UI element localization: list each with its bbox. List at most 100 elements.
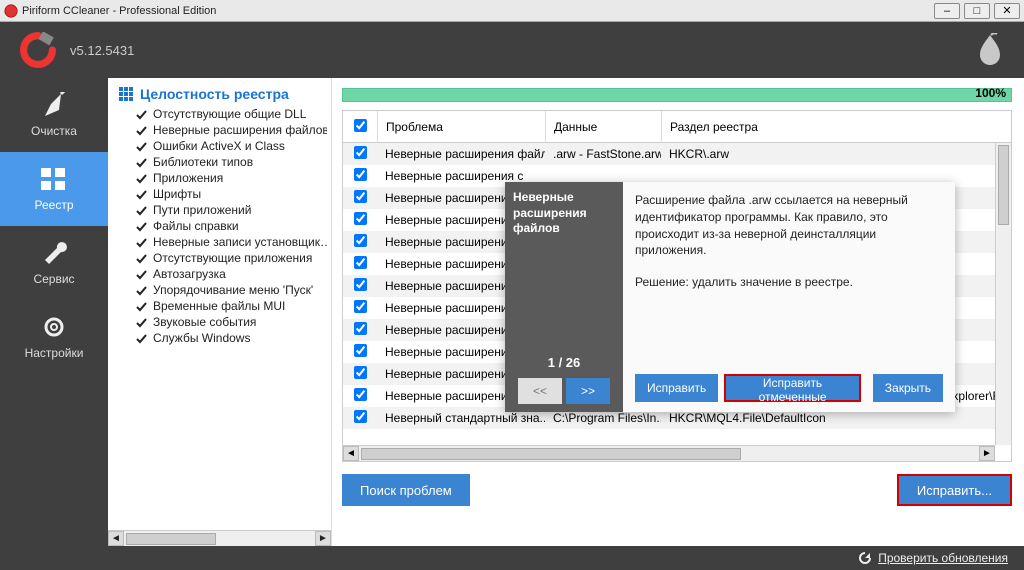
row-checkbox[interactable] [354, 344, 367, 357]
piriform-logo [976, 33, 1004, 67]
checklist-item[interactable]: Неверные записи установщик… [118, 234, 327, 250]
checklist-item-label: Файлы справки [153, 219, 239, 233]
checkmark-icon [136, 317, 147, 328]
checklist-item[interactable]: Звуковые события [118, 314, 327, 330]
version-label: v5.12.5431 [70, 43, 976, 58]
cell-registry: HKCR\.arw [661, 147, 995, 161]
scroll-thumb[interactable] [126, 533, 216, 545]
checklist-item-label: Автозагрузка [153, 267, 226, 281]
checkmark-icon [136, 173, 147, 184]
popup-next-button[interactable]: >> [566, 378, 610, 404]
popup-solution: Решение: удалить значение в реестре. [635, 275, 943, 289]
app-icon [4, 4, 18, 18]
table-hscrollbar[interactable]: ◄ ► [343, 445, 995, 461]
table-scroll-thumb[interactable] [361, 448, 741, 460]
gear-icon [39, 314, 69, 340]
close-button[interactable]: ✕ [994, 3, 1020, 19]
col-header-data[interactable]: Данные [545, 111, 661, 142]
scroll-left-arrow[interactable]: ◄ [108, 531, 124, 546]
sidebar-item-label: Очистка [31, 124, 77, 138]
checklist-item[interactable]: Упорядочивание меню 'Пуск' [118, 282, 327, 298]
search-problems-button[interactable]: Поиск проблем [342, 474, 470, 506]
status-bar: Проверить обновления [0, 546, 1024, 570]
section-grid-icon [118, 86, 134, 102]
popup-close-button[interactable]: Закрыть [873, 374, 943, 402]
fix-problems-button[interactable]: Исправить... [897, 474, 1012, 506]
checkmark-icon [136, 157, 147, 168]
table-vscrollbar[interactable] [995, 143, 1011, 445]
checklist-item[interactable]: Отсутствующие общие DLL [118, 106, 327, 122]
checkmark-icon [136, 125, 147, 136]
cell-problem: Неверный стандартный зна... [377, 411, 545, 425]
checklist-item-label: Звуковые события [153, 315, 256, 329]
checklist-item-label: Шрифты [153, 187, 201, 201]
row-checkbox[interactable] [354, 212, 367, 225]
checklist-item-label: Неверные расширения файлов [153, 123, 327, 137]
checklist-item[interactable]: Автозагрузка [118, 266, 327, 282]
checklist-scrollbar[interactable]: ◄ ► [108, 530, 331, 546]
checklist-item[interactable]: Временные файлы MUI [118, 298, 327, 314]
sidebar-item-options[interactable]: Настройки [0, 300, 108, 374]
sidebar-item-label: Сервис [33, 272, 74, 286]
row-checkbox[interactable] [354, 146, 367, 159]
checklist-item-label: Приложения [153, 171, 223, 185]
checklist-item[interactable]: Отсутствующие приложения [118, 250, 327, 266]
col-header-registry[interactable]: Раздел реестра [661, 111, 1011, 142]
minimize-button[interactable]: – [934, 3, 960, 19]
row-checkbox[interactable] [354, 190, 367, 203]
row-checkbox[interactable] [354, 388, 367, 401]
checkmark-icon [136, 109, 147, 120]
checklist-item[interactable]: Ошибки ActiveX и Class [118, 138, 327, 154]
checklist-item[interactable]: Шрифты [118, 186, 327, 202]
checklist-item-label: Ошибки ActiveX и Class [153, 139, 285, 153]
row-checkbox[interactable] [354, 168, 367, 181]
maximize-button[interactable]: □ [964, 3, 990, 19]
sidebar-item-cleaner[interactable]: Очистка [0, 78, 108, 152]
sidebar-item-tools[interactable]: Сервис [0, 226, 108, 300]
checkmark-icon [136, 333, 147, 344]
cell-data: C:\Program Files\In... [545, 411, 661, 425]
sidebar-item-label: Реестр [35, 198, 74, 212]
row-checkbox[interactable] [354, 366, 367, 379]
row-checkbox[interactable] [354, 256, 367, 269]
row-checkbox[interactable] [354, 322, 367, 335]
sidebar-item-label: Настройки [25, 346, 84, 360]
broom-icon [39, 92, 69, 118]
checklist-item[interactable]: Файлы справки [118, 218, 327, 234]
sidebar-item-registry[interactable]: Реестр [0, 152, 108, 226]
row-checkbox[interactable] [354, 234, 367, 247]
checklist-item-label: Библиотеки типов [153, 155, 253, 169]
checklist-item[interactable]: Пути приложений [118, 202, 327, 218]
table-scroll-right[interactable]: ► [979, 446, 995, 461]
titlebar: Piriform CCleaner - Professional Edition… [0, 0, 1024, 22]
table-row[interactable]: Неверные расширения файлов .arw - FastSt… [343, 143, 995, 165]
checklist-item[interactable]: Приложения [118, 170, 327, 186]
popup-fix-button[interactable]: Исправить [635, 374, 718, 402]
select-all-checkbox[interactable] [354, 119, 367, 132]
scroll-right-arrow[interactable]: ► [315, 531, 331, 546]
checklist-item-label: Упорядочивание меню 'Пуск' [153, 283, 313, 297]
checklist-item-label: Отсутствующие приложения [153, 251, 312, 265]
refresh-icon [858, 551, 872, 565]
app-header: v5.12.5431 [0, 22, 1024, 78]
checkmark-icon [136, 285, 147, 296]
row-checkbox[interactable] [354, 410, 367, 423]
checklist-item[interactable]: Библиотеки типов [118, 154, 327, 170]
progress-bar [342, 88, 1012, 102]
checklist-item-label: Отсутствующие общие DLL [153, 107, 306, 121]
checkmark-icon [136, 141, 147, 152]
cell-registry: HKCR\MQL4.File\DefaultIcon [661, 411, 995, 425]
checkmark-icon [136, 237, 147, 248]
row-checkbox[interactable] [354, 278, 367, 291]
check-updates-link[interactable]: Проверить обновления [878, 551, 1008, 565]
checklist-item[interactable]: Службы Windows [118, 330, 327, 346]
col-header-problem[interactable]: Проблема [377, 111, 545, 142]
table-scroll-left[interactable]: ◄ [343, 446, 359, 461]
checklist-item[interactable]: Неверные расширения файлов [118, 122, 327, 138]
popup-prev-button[interactable]: << [518, 378, 562, 404]
popup-fix-selected-button[interactable]: Исправить отмеченные [724, 374, 860, 402]
checklist-item-label: Неверные записи установщик… [153, 235, 327, 249]
row-checkbox[interactable] [354, 300, 367, 313]
vscroll-thumb[interactable] [998, 145, 1009, 225]
checkmark-icon [136, 253, 147, 264]
